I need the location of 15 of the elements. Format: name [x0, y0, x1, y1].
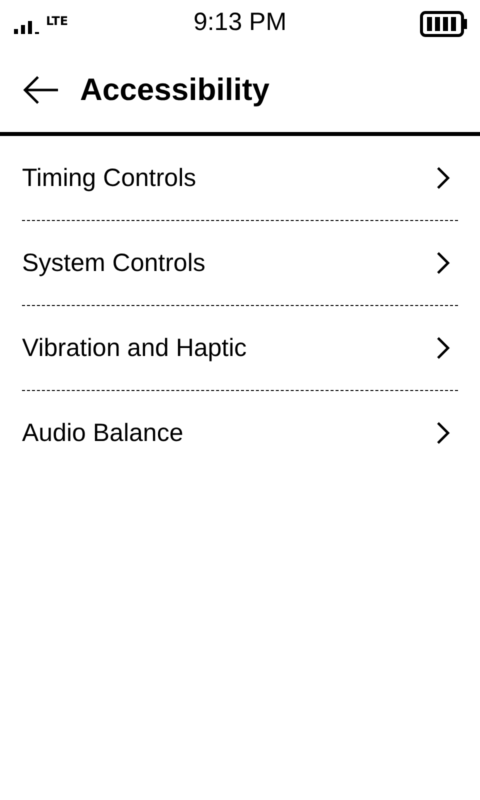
menu-item[interactable]: Vibration and Haptic [22, 306, 458, 391]
menu-item[interactable]: System Controls [22, 221, 458, 306]
network-type: LTE [46, 14, 68, 28]
signal-icon [14, 20, 40, 34]
chevron-icon [436, 166, 450, 190]
menu-item[interactable]: Timing Controls [22, 136, 458, 221]
chevron-icon [436, 251, 450, 275]
back-button[interactable] [22, 75, 60, 105]
battery-icon [420, 11, 468, 37]
back-arrow-icon [22, 75, 60, 105]
page-title: Accessibility [80, 72, 270, 108]
menu-item[interactable]: Audio Balance [22, 391, 458, 475]
chevron-icon [436, 421, 450, 445]
status-time: 9:13 PM [193, 8, 287, 37]
chevron-icon [436, 336, 450, 360]
